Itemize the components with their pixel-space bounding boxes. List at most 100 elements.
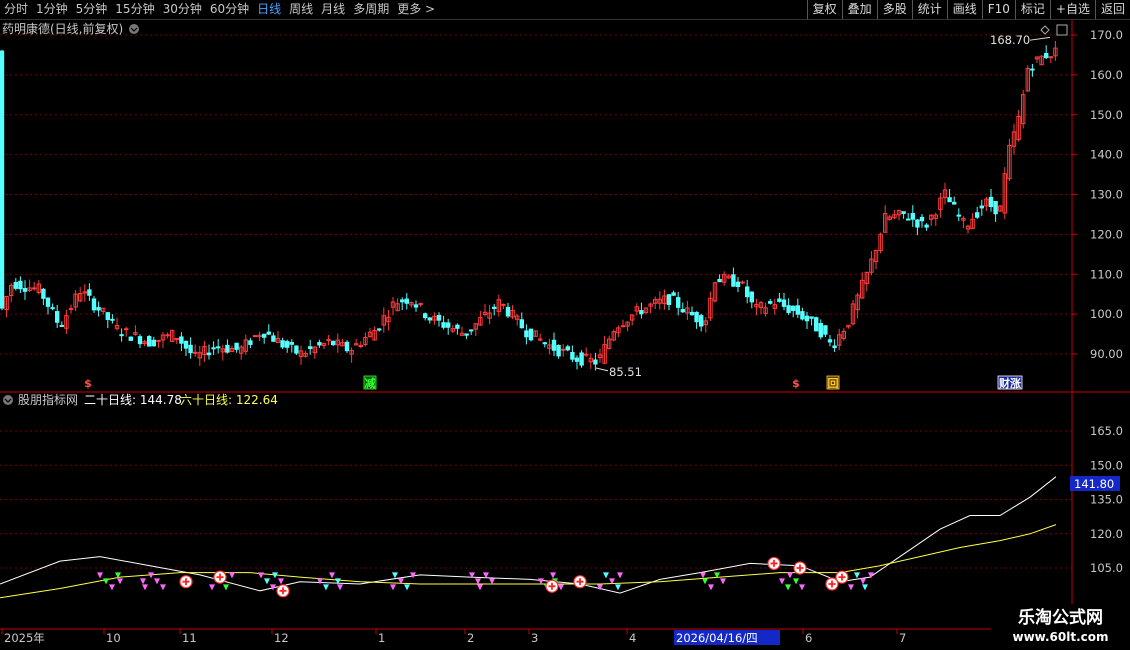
candle-body: [427, 317, 433, 321]
candle-body: [979, 205, 984, 209]
period-tab-6[interactable]: 日线: [253, 0, 285, 19]
candle-body: [469, 329, 474, 332]
indicator-axis-label: 165.0: [1090, 424, 1123, 438]
indicator-axis-label: 150.0: [1090, 458, 1123, 472]
price-axis-label: 150.0: [1090, 108, 1123, 122]
period-tab-0[interactable]: 分时: [0, 0, 32, 19]
candle-body: [745, 286, 750, 298]
signal-marker: [140, 578, 146, 585]
toolbar-button-6[interactable]: 标记: [1014, 0, 1050, 19]
toolbar-button-3[interactable]: 统计: [911, 0, 947, 19]
main-panel-title: 药明康德(日线,前复权): [2, 21, 123, 36]
date-label: 11: [182, 631, 197, 645]
toolbar-button-8[interactable]: 返回: [1094, 0, 1130, 19]
watermark-line1: 乐淘公式网: [1018, 608, 1103, 628]
period-tab-4[interactable]: 30分钟: [159, 0, 206, 19]
event-marker: $: [84, 377, 92, 390]
low-arrow: [595, 367, 609, 372]
candle-body: [59, 324, 64, 327]
candle-body: [975, 212, 980, 218]
candle-body: [464, 333, 469, 336]
candle-body: [91, 298, 97, 311]
candle-body: [699, 315, 704, 327]
candle-body: [988, 196, 994, 208]
candle-body: [804, 315, 810, 322]
candle-body: [193, 351, 198, 354]
candle-body: [418, 302, 423, 305]
candle-body: [308, 346, 313, 350]
candle-body: [285, 341, 290, 348]
candle-body: [317, 342, 322, 346]
signal-marker: [337, 584, 343, 591]
signal-marker: [264, 578, 270, 585]
period-tab-10[interactable]: 更多 >: [393, 0, 439, 19]
signal-marker: [117, 578, 123, 585]
candle-body: [1044, 53, 1049, 59]
candle-body: [50, 307, 55, 310]
period-tab-3[interactable]: 15分钟: [111, 0, 158, 19]
candle-body: [413, 304, 419, 308]
candle-body: [565, 346, 570, 351]
stock-chart[interactable]: 170.0 160.0 150.0 140.0 130.0 120.0 110.0 100.0…: [0, 20, 1130, 650]
signal-marker: [109, 584, 115, 591]
date-label: 2025年: [4, 631, 45, 645]
candle-body: [105, 312, 110, 320]
candle-body: [680, 309, 685, 313]
period-tab-8[interactable]: 月线: [317, 0, 349, 19]
candle-body: [814, 317, 819, 332]
watermark-line2: www.60lt.com: [1012, 630, 1109, 644]
period-tab-2[interactable]: 5分钟: [72, 0, 112, 19]
candle-body: [777, 298, 782, 302]
candle-body: [551, 339, 557, 351]
period-tab-9[interactable]: 多周期: [349, 0, 393, 19]
signal-marker: [317, 578, 323, 585]
signal-marker: [720, 578, 726, 585]
toolbar-button-5[interactable]: F10: [981, 0, 1015, 19]
candle-body: [45, 297, 51, 307]
period-tab-1[interactable]: 1分钟: [32, 0, 72, 19]
indicator-axis-label: 120.0: [1090, 527, 1123, 541]
toolbar-button-1[interactable]: 叠加: [841, 0, 877, 19]
date-label: 6: [805, 631, 812, 645]
candle-body: [818, 323, 823, 338]
candle-body: [262, 333, 267, 338]
candle-body: [165, 334, 170, 337]
candle-body: [919, 216, 925, 222]
candle-body: [331, 340, 336, 346]
candle-body: [528, 328, 534, 341]
period-tab-5[interactable]: 60分钟: [206, 0, 253, 19]
candle-body: [579, 352, 584, 366]
candle-body: [234, 342, 239, 350]
candle-body: [952, 201, 957, 205]
price-axis-label: 110.0: [1090, 267, 1123, 281]
date-label: 3: [531, 631, 538, 645]
toolbar-button-4[interactable]: 画线: [946, 0, 982, 19]
signal-marker: [223, 584, 229, 591]
toolbar-button-7[interactable]: +自选: [1049, 0, 1095, 19]
candle-body: [561, 348, 566, 351]
candle-body: [266, 331, 272, 335]
event-marker: $: [792, 377, 800, 390]
candle-body: [137, 336, 143, 345]
candle-body: [55, 311, 60, 323]
period-tab-7[interactable]: 周线: [285, 0, 317, 19]
candle-body: [446, 322, 451, 328]
candle-body: [832, 345, 837, 349]
candle-body: [524, 330, 529, 338]
toolbar-button-0[interactable]: 复权: [806, 0, 842, 19]
toolbar-button-2[interactable]: 多股: [876, 0, 912, 19]
signal-marker: [390, 584, 396, 591]
date-label: 7: [899, 631, 906, 645]
candle-body: [800, 311, 805, 320]
signal-marker: [702, 578, 708, 585]
candle-body: [924, 224, 929, 228]
candle-body: [289, 342, 295, 345]
candle-body: [993, 200, 998, 215]
ma20-legend: 二十日线: 144.78: [84, 393, 182, 407]
candle-body: [147, 336, 152, 347]
candle-body: [915, 219, 920, 228]
signal-marker: [862, 584, 868, 591]
candle-body: [174, 338, 180, 341]
candle-body: [68, 307, 74, 310]
candle-body: [110, 318, 115, 321]
